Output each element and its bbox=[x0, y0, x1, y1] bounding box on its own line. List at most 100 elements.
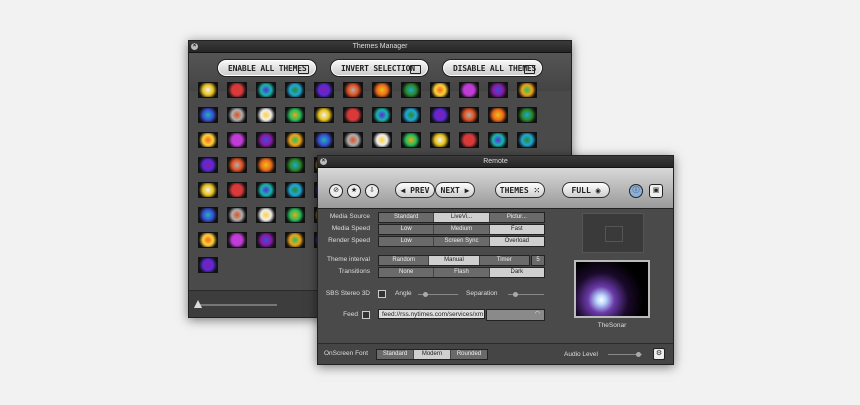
option-screen-sync[interactable]: Screen Sync bbox=[434, 237, 490, 246]
camera-icon[interactable]: ▣ bbox=[649, 184, 663, 198]
theme-thumbnail[interactable] bbox=[227, 157, 247, 173]
option-livevideo[interactable]: LiveVi... bbox=[434, 213, 490, 222]
feed-url-input[interactable]: feed://rss.nytimes.com/services/xm bbox=[378, 309, 485, 319]
theme-thumbnail[interactable] bbox=[517, 107, 537, 123]
transitions-control[interactable]: None Flash Dark bbox=[378, 267, 545, 278]
timer-stepper[interactable]: 5 bbox=[531, 255, 545, 266]
rss-icon[interactable]: ◠ bbox=[487, 310, 544, 320]
option-flash[interactable]: Flash bbox=[434, 268, 490, 277]
theme-thumbnail[interactable] bbox=[285, 232, 305, 248]
option-standard[interactable]: Standard bbox=[379, 213, 435, 222]
option-manual[interactable]: Manual bbox=[429, 256, 480, 265]
feed-checkbox[interactable] bbox=[362, 311, 370, 319]
theme-thumbnail[interactable] bbox=[198, 132, 218, 148]
theme-thumbnail[interactable] bbox=[285, 157, 305, 173]
media-speed-control[interactable]: Low Medium Fast bbox=[378, 224, 545, 235]
theme-thumbnail[interactable] bbox=[227, 82, 247, 98]
option-medium[interactable]: Medium bbox=[434, 225, 490, 234]
prev-button[interactable]: ◀ PREV bbox=[395, 182, 435, 198]
theme-thumbnail[interactable] bbox=[256, 82, 276, 98]
theme-thumbnail[interactable] bbox=[198, 82, 218, 98]
theme-thumbnail[interactable] bbox=[227, 232, 247, 248]
theme-thumbnail[interactable] bbox=[285, 182, 305, 198]
theme-thumbnail[interactable] bbox=[285, 107, 305, 123]
theme-thumbnail[interactable] bbox=[459, 132, 479, 148]
disable-all-themes-button[interactable]: DISABLE ALL THEMES bbox=[442, 59, 543, 77]
separation-knob[interactable] bbox=[513, 292, 518, 297]
option-pictures[interactable]: Pictur... bbox=[490, 213, 544, 222]
theme-thumbnail[interactable] bbox=[285, 132, 305, 148]
option-timer[interactable]: Timer bbox=[480, 256, 529, 265]
theme-thumbnail[interactable] bbox=[343, 132, 363, 148]
theme-thumbnail[interactable] bbox=[488, 132, 508, 148]
option-dark[interactable]: Dark bbox=[489, 268, 544, 277]
full-button[interactable]: FULL ◉ bbox=[562, 182, 610, 198]
theme-thumbnail[interactable] bbox=[256, 182, 276, 198]
theme-thumbnail[interactable] bbox=[517, 82, 537, 98]
angle-knob[interactable] bbox=[423, 292, 428, 297]
theme-thumbnail[interactable] bbox=[430, 107, 450, 123]
theme-thumbnail[interactable] bbox=[459, 107, 479, 123]
theme-interval-control[interactable]: Random Manual Timer bbox=[378, 255, 530, 266]
theme-thumbnail[interactable] bbox=[285, 207, 305, 223]
audio-level-knob[interactable] bbox=[636, 352, 642, 357]
thumbnail-size-slider[interactable] bbox=[197, 304, 277, 306]
theme-thumbnail[interactable] bbox=[256, 207, 276, 223]
theme-thumbnail[interactable] bbox=[227, 207, 247, 223]
theme-thumbnail[interactable] bbox=[256, 107, 276, 123]
theme-thumbnail[interactable] bbox=[198, 232, 218, 248]
theme-thumbnail[interactable] bbox=[314, 132, 334, 148]
theme-thumbnail[interactable] bbox=[372, 82, 392, 98]
theme-thumbnail[interactable] bbox=[227, 182, 247, 198]
theme-thumbnail[interactable] bbox=[285, 82, 305, 98]
download-icon[interactable]: ⇩ bbox=[365, 184, 379, 198]
sbs-checkbox[interactable] bbox=[378, 290, 386, 298]
theme-thumbnail[interactable] bbox=[401, 82, 421, 98]
media-source-control[interactable]: Standard LiveVi... Pictur... bbox=[378, 212, 545, 223]
option-fast[interactable]: Fast bbox=[489, 225, 544, 234]
theme-thumbnail[interactable] bbox=[372, 132, 392, 148]
theme-thumbnail[interactable] bbox=[256, 232, 276, 248]
theme-thumbnail[interactable] bbox=[256, 157, 276, 173]
no-icon[interactable]: ⊘ bbox=[329, 184, 343, 198]
close-icon[interactable]: × bbox=[320, 158, 327, 165]
render-speed-control[interactable]: Low Screen Sync Overload bbox=[378, 236, 545, 247]
theme-thumbnail[interactable] bbox=[488, 107, 508, 123]
option-random[interactable]: Random bbox=[379, 256, 430, 265]
theme-thumbnail[interactable] bbox=[198, 182, 218, 198]
themes-button[interactable]: THEMES ⁙ bbox=[495, 182, 545, 198]
theme-thumbnail[interactable] bbox=[488, 82, 508, 98]
theme-thumbnail[interactable] bbox=[459, 82, 479, 98]
theme-thumbnail[interactable] bbox=[198, 157, 218, 173]
option-low[interactable]: Low bbox=[379, 237, 435, 246]
theme-thumbnail[interactable] bbox=[430, 132, 450, 148]
info-icon[interactable]: ⓘ bbox=[629, 184, 643, 198]
theme-thumbnail[interactable] bbox=[256, 132, 276, 148]
theme-thumbnail[interactable] bbox=[227, 107, 247, 123]
theme-thumbnail[interactable] bbox=[401, 107, 421, 123]
theme-thumbnail[interactable] bbox=[227, 132, 247, 148]
theme-thumbnail[interactable] bbox=[430, 82, 450, 98]
timer-value[interactable]: 5 bbox=[532, 256, 544, 265]
option-rounded[interactable]: Rounded bbox=[451, 350, 487, 359]
close-icon[interactable]: × bbox=[191, 43, 198, 50]
onscreen-font-control[interactable]: Standard Modern Rounded bbox=[376, 349, 488, 360]
star-icon[interactable]: ★ bbox=[347, 184, 361, 198]
theme-preview-image[interactable] bbox=[574, 260, 650, 318]
theme-thumbnail[interactable] bbox=[343, 82, 363, 98]
option-low[interactable]: Low bbox=[379, 225, 435, 234]
enable-all-themes-button[interactable]: ENABLE ALL THEMES bbox=[217, 59, 317, 77]
invert-selection-button[interactable]: INVERT SELECTION bbox=[330, 59, 429, 77]
theme-thumbnail[interactable] bbox=[198, 107, 218, 123]
option-modern[interactable]: Modern bbox=[414, 350, 451, 359]
theme-thumbnail[interactable] bbox=[314, 82, 334, 98]
option-standard[interactable]: Standard bbox=[377, 350, 414, 359]
slider-knob[interactable] bbox=[194, 300, 202, 308]
theme-thumbnail[interactable] bbox=[343, 107, 363, 123]
theme-thumbnail[interactable] bbox=[372, 107, 392, 123]
option-none[interactable]: None bbox=[379, 268, 435, 277]
theme-thumbnail[interactable] bbox=[198, 257, 218, 273]
option-overload[interactable]: Overload bbox=[489, 237, 544, 246]
theme-thumbnail[interactable] bbox=[517, 132, 537, 148]
next-button[interactable]: NEXT ▶ bbox=[435, 182, 475, 198]
